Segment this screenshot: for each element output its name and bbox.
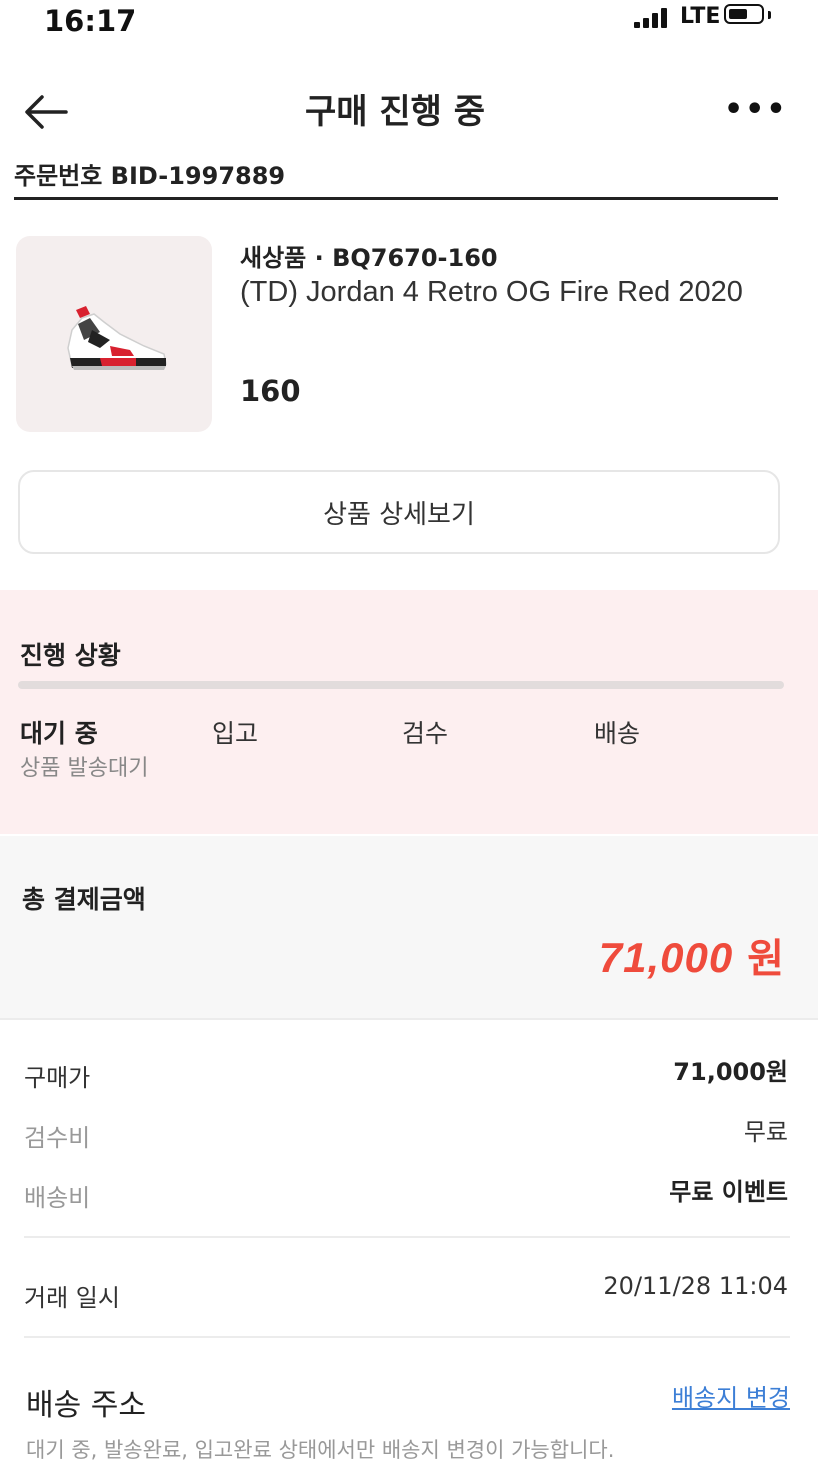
progress-title: 진행 상황	[20, 641, 121, 670]
step-waiting: 대기 중	[20, 719, 98, 748]
total-amount-unit: 원	[747, 936, 784, 982]
purchase-price-label: 구매가	[24, 1064, 91, 1092]
signal-bars-icon	[634, 8, 667, 28]
shipping-note: 대기 중, 발송완료, 입고완료 상태에서만 배송지 변경이 가능합니다.	[26, 1438, 615, 1462]
shipping-address-title: 배송 주소	[26, 1388, 146, 1423]
step-shipping: 배송	[594, 719, 641, 748]
product-detail-button[interactable]: 상품 상세보기	[18, 470, 780, 554]
trade-date-value: 20/11/28 11:04	[603, 1272, 788, 1300]
step-inspection: 검수	[402, 719, 449, 748]
battery-icon	[724, 4, 764, 24]
battery-tip	[768, 11, 771, 19]
product-size: 160	[240, 374, 301, 408]
inspection-fee-label: 검수비	[24, 1124, 91, 1152]
total-amount-value: 71,000	[598, 934, 734, 981]
shipping-fee-label: 배송비	[24, 1184, 91, 1212]
product-meta: 새상품 · BQ7670-160	[240, 244, 498, 272]
progress-track	[18, 681, 784, 689]
step-current-sub: 상품 발송대기	[20, 756, 149, 781]
purchase-price-value: 71,000원	[673, 1058, 788, 1086]
total-label: 총 결제금액	[22, 885, 146, 914]
divider	[24, 1236, 790, 1238]
sneaker-image	[67, 306, 167, 370]
product-name: (TD) Jordan 4 Retro OG Fire Red 2020	[240, 276, 743, 308]
trade-date-label: 거래 일시	[24, 1284, 120, 1312]
inspection-fee-value: 무료	[743, 1118, 788, 1146]
more-dots-icon[interactable]: •••	[724, 92, 788, 127]
step-warehousing: 입고	[212, 719, 259, 748]
shipping-fee-value: 무료 이벤트	[669, 1178, 788, 1206]
order-number: 주문번호 BID-1997889	[14, 162, 286, 190]
page-title: 구매 진행 중	[304, 92, 486, 132]
total-amount: 71,000 원	[599, 926, 784, 984]
change-address-link[interactable]: 배송지 변경	[672, 1378, 790, 1413]
status-time: 16:17	[44, 4, 137, 38]
product-thumbnail[interactable]	[16, 236, 212, 432]
order-divider	[14, 197, 778, 200]
network-type: LTE	[680, 4, 721, 29]
progress-section	[0, 590, 818, 834]
divider	[24, 1336, 790, 1338]
